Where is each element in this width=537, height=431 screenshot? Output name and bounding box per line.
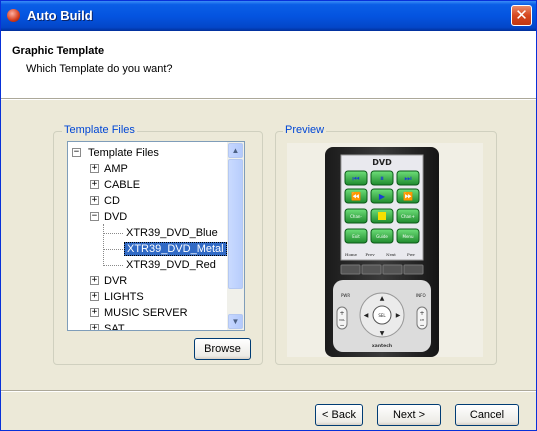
expand-icon[interactable]: + — [90, 292, 99, 301]
tree-connector — [103, 249, 123, 250]
remote-preview-image: DVD ⏮ ⏸ ⏭ ⏪ ▶ ⏩ Chan- Chan+ Exit Guide M… — [325, 147, 439, 357]
tree-item-label: CABLE — [104, 179, 141, 191]
skip-icon: ⏭ — [404, 174, 411, 183]
exit-label: Exit — [352, 234, 360, 239]
soft-key-prev: Prev — [365, 252, 375, 257]
tree-item-xtr39-dvd-metal[interactable]: XTR39_DVD_Metal — [124, 241, 227, 257]
browse-button[interactable]: Browse — [194, 338, 251, 360]
screen-title: DVD — [372, 158, 392, 167]
select-label: SEL — [378, 313, 386, 318]
tree-item-label: LIGHTS — [104, 291, 144, 303]
close-icon[interactable]: ✕ — [511, 5, 532, 26]
info-label: INFO — [416, 293, 426, 298]
page-subtitle: Which Template do you want? — [26, 63, 173, 75]
title-bar[interactable]: Auto Build ✕ — [1, 1, 536, 31]
tree-connector — [103, 265, 123, 266]
dpad-down-icon: ▼ — [380, 330, 385, 337]
pause-icon: ⏸ — [380, 174, 384, 183]
wizard-header: Graphic Template Which Template do you w… — [1, 31, 536, 98]
soft-key-home: Home — [345, 252, 358, 257]
vol-down-icon: − — [339, 322, 344, 329]
tree-connector — [103, 224, 104, 266]
chan-down-label: Chan- — [350, 214, 362, 219]
window-title: Auto Build — [27, 8, 93, 23]
back-button[interactable]: < Back — [315, 404, 363, 426]
tree-item-label: AMP — [104, 163, 128, 175]
template-tree[interactable]: − Template Files + AMP + CABLE + CD − DV… — [67, 141, 245, 331]
expand-icon[interactable]: + — [90, 324, 99, 330]
tree-item-label-selected: XTR39_DVD_Metal — [124, 242, 227, 256]
menu-label: Menu — [403, 234, 414, 239]
ch-label: CH — [420, 318, 424, 322]
collapse-icon[interactable]: − — [90, 212, 99, 221]
rewind-icon: ⏮ — [352, 174, 359, 183]
tree-item-label: XTR39_DVD_Red — [126, 259, 216, 271]
expand-icon[interactable]: + — [90, 276, 99, 285]
footer-divider-highlight — [1, 391, 536, 392]
vol-up-icon: + — [339, 310, 344, 317]
page-title: Graphic Template — [12, 45, 105, 57]
dpad-right-icon: ▶ — [396, 312, 401, 319]
expand-icon[interactable]: + — [90, 164, 99, 173]
hard-key — [382, 264, 403, 275]
guide-label: Guide — [376, 234, 388, 239]
next-button[interactable]: Next > — [377, 404, 441, 426]
ch-down-icon: − — [419, 322, 424, 329]
collapse-icon[interactable]: − — [72, 148, 81, 157]
template-files-group-label: Template Files — [62, 124, 137, 136]
ch-up-icon: + — [419, 310, 424, 317]
play-icon: ▶ — [379, 192, 386, 201]
vol-label: VOL — [339, 318, 345, 322]
header-divider-highlight — [1, 99, 536, 100]
tree-connector — [103, 233, 123, 234]
soft-key-next: Next — [386, 252, 396, 257]
app-icon — [7, 9, 20, 22]
auto-build-window: Auto Build ✕ Graphic Template Which Temp… — [0, 0, 537, 431]
pwr-label: PWR — [341, 293, 350, 298]
tree-scrollbar[interactable]: ▲ ▼ — [227, 142, 244, 330]
tree-item-label: CD — [104, 195, 120, 207]
hard-key — [340, 264, 361, 275]
stop-icon — [378, 212, 386, 220]
dpad-left-icon: ◀ — [364, 312, 369, 319]
scroll-down-icon[interactable]: ▼ — [228, 314, 243, 329]
scroll-up-icon[interactable]: ▲ — [228, 143, 243, 158]
dpad-up-icon: ▲ — [380, 295, 385, 302]
tree-item-label: SAT — [104, 323, 125, 331]
tree-item-xtr39-dvd-red[interactable]: XTR39_DVD_Red — [126, 257, 216, 273]
tree-item-label: DVD — [104, 211, 128, 223]
tree-item-label: DVR — [104, 275, 128, 287]
preview-group-label: Preview — [283, 124, 327, 136]
brand-logo: xantech — [372, 343, 392, 349]
soft-key-pwr: Pwr — [407, 252, 415, 257]
chan-up-label: Chan+ — [401, 214, 415, 219]
fast-rewind-icon: ⏪ — [351, 191, 361, 201]
fast-forward-icon: ⏩ — [403, 191, 413, 201]
cancel-button[interactable]: Cancel — [455, 404, 519, 426]
expand-icon[interactable]: + — [90, 196, 99, 205]
tree-item-label: XTR39_DVD_Blue — [126, 227, 218, 239]
expand-icon[interactable]: + — [90, 308, 99, 317]
tree-item-label: Template Files — [88, 147, 159, 159]
hard-key — [403, 264, 424, 275]
hard-key — [361, 264, 382, 275]
expand-icon[interactable]: + — [90, 180, 99, 189]
tree-item-label: MUSIC SERVER — [104, 307, 188, 319]
scroll-thumb[interactable] — [228, 159, 243, 289]
tree-item-xtr39-dvd-blue[interactable]: XTR39_DVD_Blue — [126, 225, 218, 241]
